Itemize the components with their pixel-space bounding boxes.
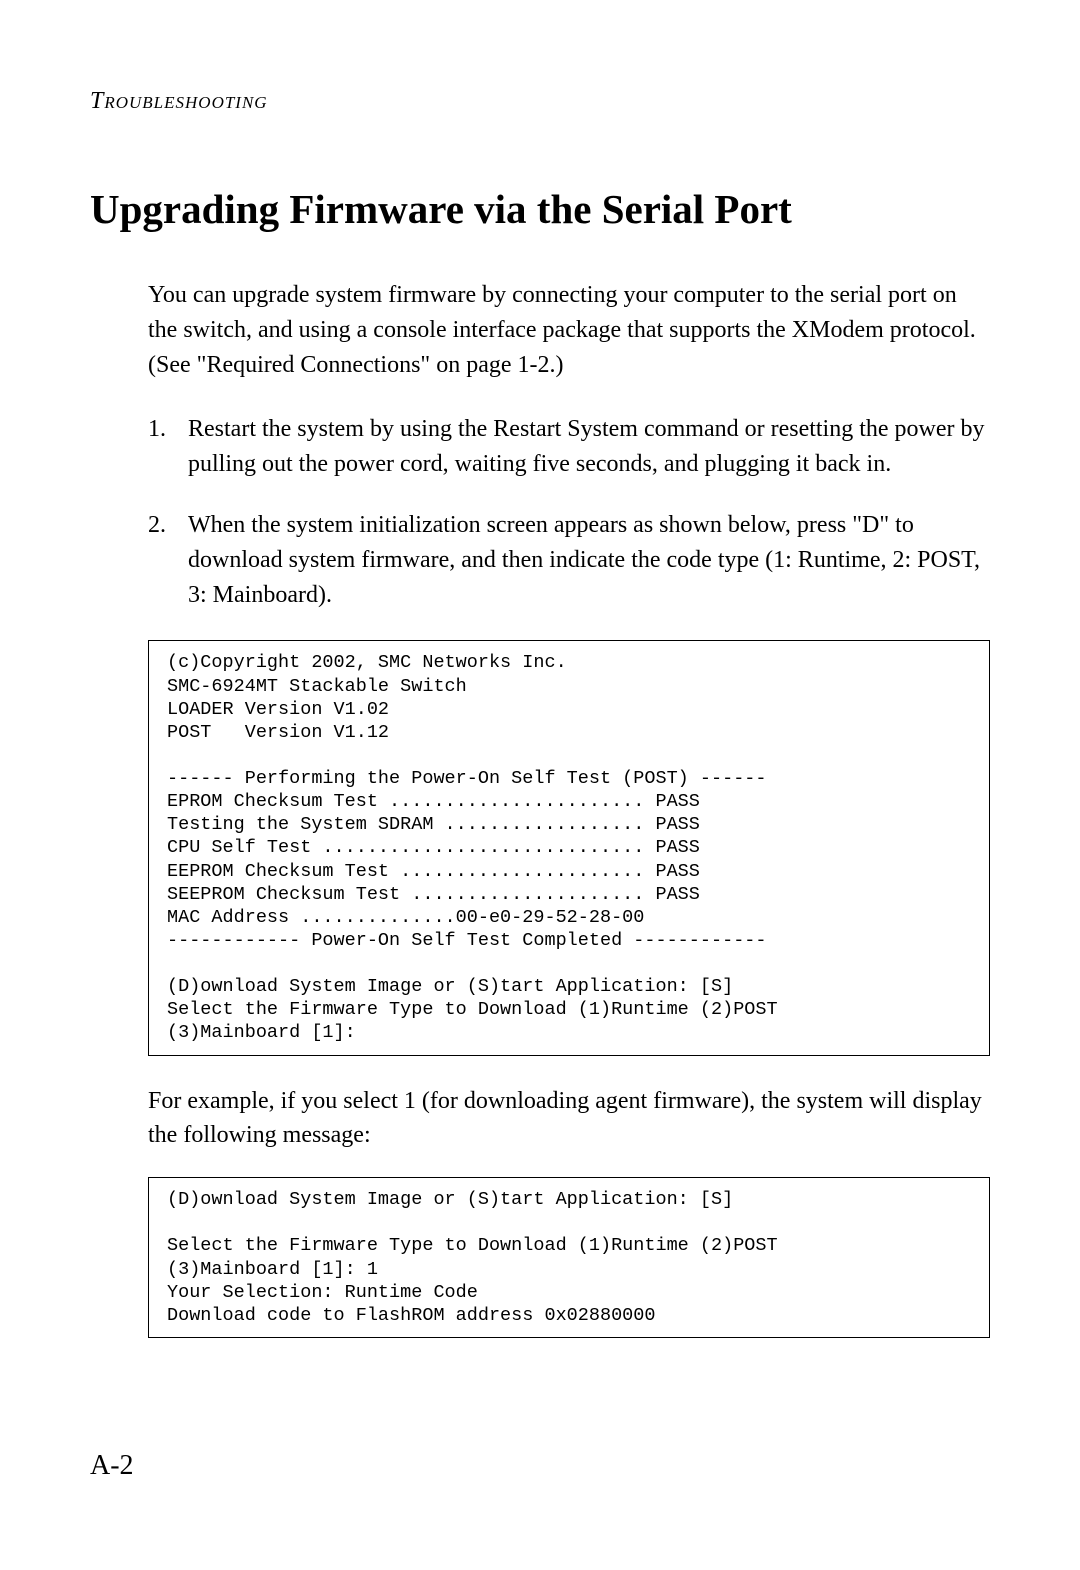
list-item: 2. When the system initialization screen… bbox=[148, 508, 990, 612]
list-item: 1. Restart the system by using the Resta… bbox=[148, 412, 990, 482]
list-text: When the system initialization screen ap… bbox=[188, 508, 990, 612]
content-body: You can upgrade system firmware by conne… bbox=[90, 278, 990, 1338]
console-output-1: (c)Copyright 2002, SMC Networks Inc. SMC… bbox=[148, 640, 990, 1055]
console-output-2: (D)ownload System Image or (S)tart Appli… bbox=[148, 1177, 990, 1338]
steps-list: 1. Restart the system by using the Resta… bbox=[148, 412, 990, 612]
intro-paragraph: You can upgrade system firmware by conne… bbox=[148, 278, 990, 382]
list-number: 1. bbox=[148, 412, 188, 482]
section-header: Troubleshooting bbox=[90, 88, 990, 115]
page-title: Upgrading Firmware via the Serial Port bbox=[90, 187, 990, 232]
list-text: Restart the system by using the Restart … bbox=[188, 412, 990, 482]
list-number: 2. bbox=[148, 508, 188, 612]
followup-paragraph: For example, if you select 1 (for downlo… bbox=[148, 1084, 990, 1154]
page-number: A-2 bbox=[90, 1450, 134, 1482]
